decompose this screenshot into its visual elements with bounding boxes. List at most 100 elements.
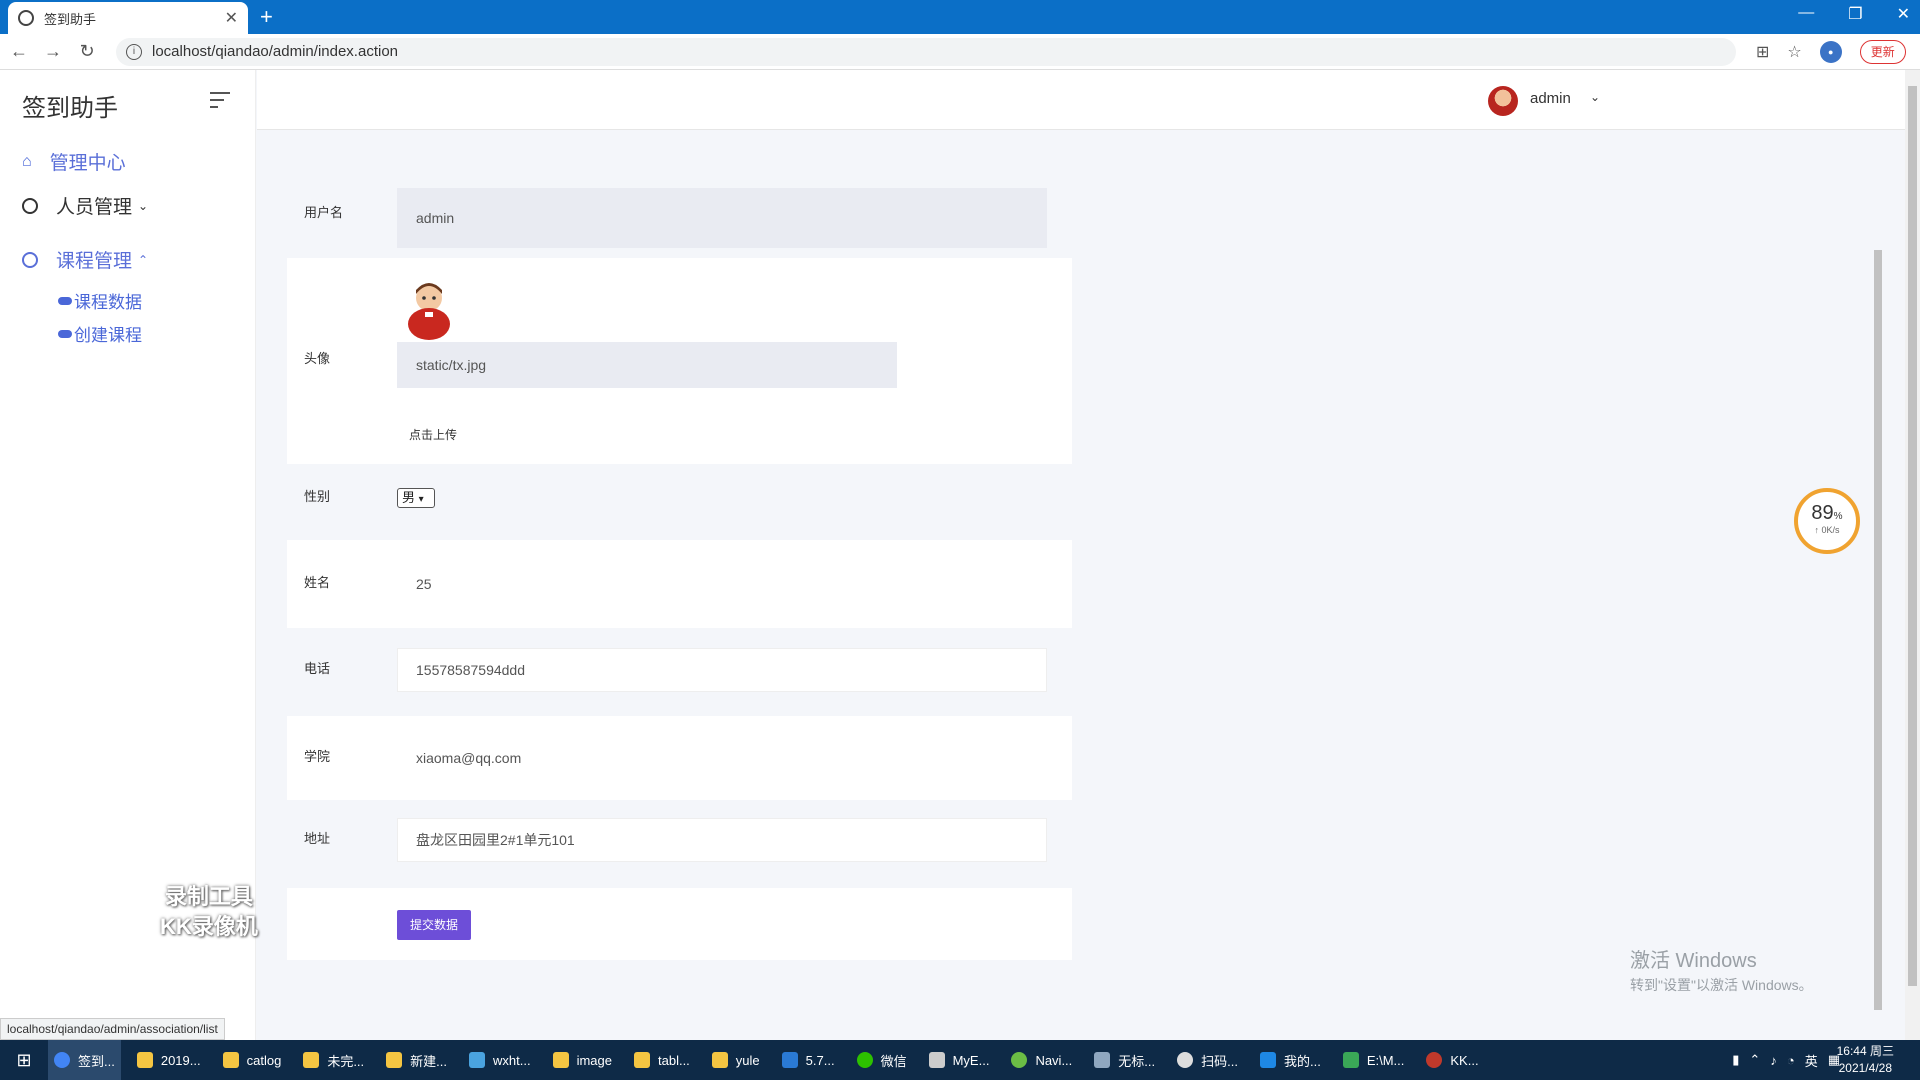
reload-icon[interactable]: ↻ [72, 41, 102, 62]
college-field[interactable]: xiaoma@qq.com [397, 736, 1047, 780]
chevron-down-icon[interactable]: ⌄ [1590, 90, 1600, 104]
form-row-name: 姓名 25 [287, 540, 1072, 628]
tab-title: 签到助手 [44, 11, 97, 27]
sidebar-item-dashboard[interactable]: ⌂ 管理中心 [22, 148, 126, 175]
taskbar-item[interactable]: 我的... [1254, 1040, 1327, 1080]
browser-tab[interactable]: 签到助手 ✕ [8, 2, 248, 34]
avatar-path-field[interactable]: static/tx.jpg [397, 342, 897, 388]
vmware-icon [781, 1052, 798, 1068]
bookmark-star-icon[interactable]: ☆ [1787, 42, 1801, 62]
close-tab-icon[interactable]: ✕ [225, 8, 238, 28]
taskbar-item[interactable]: 2019... [131, 1040, 207, 1080]
content-scrollbar[interactable] [1872, 240, 1884, 1040]
taskbar-item-label: image [576, 1052, 612, 1068]
taskbar-item[interactable]: 新建... [380, 1040, 453, 1080]
gauge-percent: 89 [1811, 502, 1834, 524]
form-row-college: 学院 xiaoma@qq.com [287, 716, 1072, 800]
translate-icon[interactable]: ⊞ [1756, 42, 1769, 62]
taskbar-item-label: 签到... [78, 1053, 115, 1069]
page-scrollbar[interactable] [1905, 70, 1920, 1040]
sidebar-subitem-label: 创建课程 [74, 326, 142, 345]
sidebar-item-label: 课程管理 [56, 251, 133, 272]
wechat-icon [856, 1052, 873, 1068]
upload-link[interactable]: 点击上传 [409, 426, 457, 443]
folder-icon [634, 1052, 650, 1068]
network-icon[interactable]: ◔ [1787, 1053, 1795, 1068]
gauge-speed: ↑ 0K/s [1814, 525, 1840, 535]
clock-time: 16:44 周三 [1836, 1044, 1894, 1058]
folder-icon [711, 1052, 728, 1068]
header-username[interactable]: admin [1530, 90, 1571, 107]
username-field[interactable]: admin [397, 188, 1047, 248]
taskbar-item-label: tabl... [658, 1052, 690, 1068]
taskbar-item[interactable]: 微信 [851, 1040, 913, 1080]
site-info-icon[interactable]: i [126, 43, 142, 60]
submit-button[interactable]: 提交数据 [397, 910, 471, 940]
folder-icon [136, 1052, 153, 1068]
taskbar-item[interactable]: MyE... [923, 1040, 996, 1080]
taskbar-item[interactable]: tabl... [628, 1040, 696, 1080]
eclipse-icon [928, 1052, 945, 1068]
circle-icon [22, 197, 38, 214]
sidebar-item-personnel[interactable]: 人员管理 ⌄ [22, 192, 148, 219]
url-input[interactable]: i localhost/qiandao/admin/index.action [116, 37, 1736, 66]
taskbar-item[interactable]: wxht... [463, 1040, 537, 1080]
close-window-icon[interactable]: ✕ [1897, 4, 1910, 24]
battery-icon[interactable]: ▮ [1732, 1052, 1739, 1068]
volume-icon[interactable]: ♪ [1770, 1053, 1777, 1068]
recorder-line2: KK录像机 [160, 914, 258, 939]
windows-start-icon[interactable]: ⊞ [0, 1050, 48, 1071]
taskbar-item[interactable]: image [547, 1040, 618, 1080]
taskbar-item-label: catlog [246, 1052, 282, 1068]
forward-icon[interactable]: → [38, 41, 68, 62]
taskbar-item[interactable]: E:\M... [1337, 1040, 1411, 1080]
top-header [257, 70, 1920, 130]
avatar[interactable] [1488, 86, 1518, 116]
taskbar-item[interactable]: KK... [1420, 1040, 1484, 1080]
update-button[interactable]: 更新 [1859, 39, 1906, 64]
sidebar-item-label: 管理中心 [49, 153, 126, 174]
avatar-label: 头像 [304, 351, 331, 366]
gender-select[interactable]: 男 ▾ [397, 488, 435, 508]
status-bar-url: localhost/qiandao/admin/association/list [0, 1018, 225, 1040]
taskbar-clock[interactable]: 16:44 周三 2021/4/28 [1837, 1043, 1894, 1077]
taskbar-item[interactable]: catlog [217, 1040, 288, 1080]
taskbar-item-label: wxht... [493, 1052, 531, 1068]
app-root: 签到助手 ⌂ 管理中心 人员管理 ⌄ 课程管理 ⌃ 课程数据 创建课程 admi… [0, 70, 1920, 1040]
restore-icon[interactable]: ❐ [1848, 4, 1862, 24]
minimize-icon[interactable]: — [1798, 4, 1814, 24]
chevron-down-icon: ▾ [418, 494, 424, 505]
name-field[interactable]: 25 [397, 562, 1047, 606]
taskbar-item-label: 新建... [410, 1053, 447, 1069]
taskbar-item[interactable]: 扫码... [1171, 1040, 1244, 1080]
new-tab-button[interactable]: + [260, 4, 273, 30]
phone-icon [1259, 1052, 1276, 1068]
circle-icon [22, 251, 38, 268]
taskbar-item-label: Navi... [1035, 1052, 1073, 1068]
chevron-up-icon[interactable]: ⌃ [1749, 1052, 1760, 1068]
recorder-watermark: 录制工具 KK录像机 [160, 882, 258, 942]
sidebar-subitem-create-course[interactable]: 创建课程 [58, 321, 142, 346]
taskbar-item[interactable]: 签到... [48, 1040, 121, 1080]
form-row-username: 用户名 admin [287, 174, 1072, 250]
taskbar-item[interactable]: 5.7... [776, 1040, 841, 1080]
sidebar-item-courses[interactable]: 课程管理 ⌃ [22, 246, 148, 273]
taskbar-item[interactable]: Navi... [1005, 1040, 1078, 1080]
ime-indicator[interactable]: 英 [1805, 1051, 1818, 1070]
name-label: 姓名 [304, 575, 331, 590]
taskbar-item[interactable]: 无标... [1088, 1040, 1161, 1080]
phone-field[interactable]: 15578587594ddd [397, 648, 1047, 692]
sidebar-item-label: 人员管理 [56, 197, 133, 218]
toggle-icon [58, 296, 72, 305]
back-icon[interactable]: ← [4, 41, 34, 62]
network-speed-gauge[interactable]: 89% ↑ 0K/s [1794, 488, 1860, 554]
taskbar-item[interactable]: yule [706, 1040, 766, 1080]
address-field[interactable]: 盘龙区田园里2#1单元101 [397, 818, 1047, 862]
scan-icon [1177, 1052, 1194, 1068]
profile-icon[interactable]: ● [1819, 40, 1842, 63]
sidebar-subitem-course-data[interactable]: 课程数据 [58, 288, 142, 313]
taskbar-item[interactable]: 未完... [297, 1040, 370, 1080]
activation-hint: 转到"设置"以激活 Windows。 [1630, 977, 1813, 993]
menu-toggle-icon[interactable] [210, 92, 230, 113]
folder-icon [386, 1052, 403, 1068]
